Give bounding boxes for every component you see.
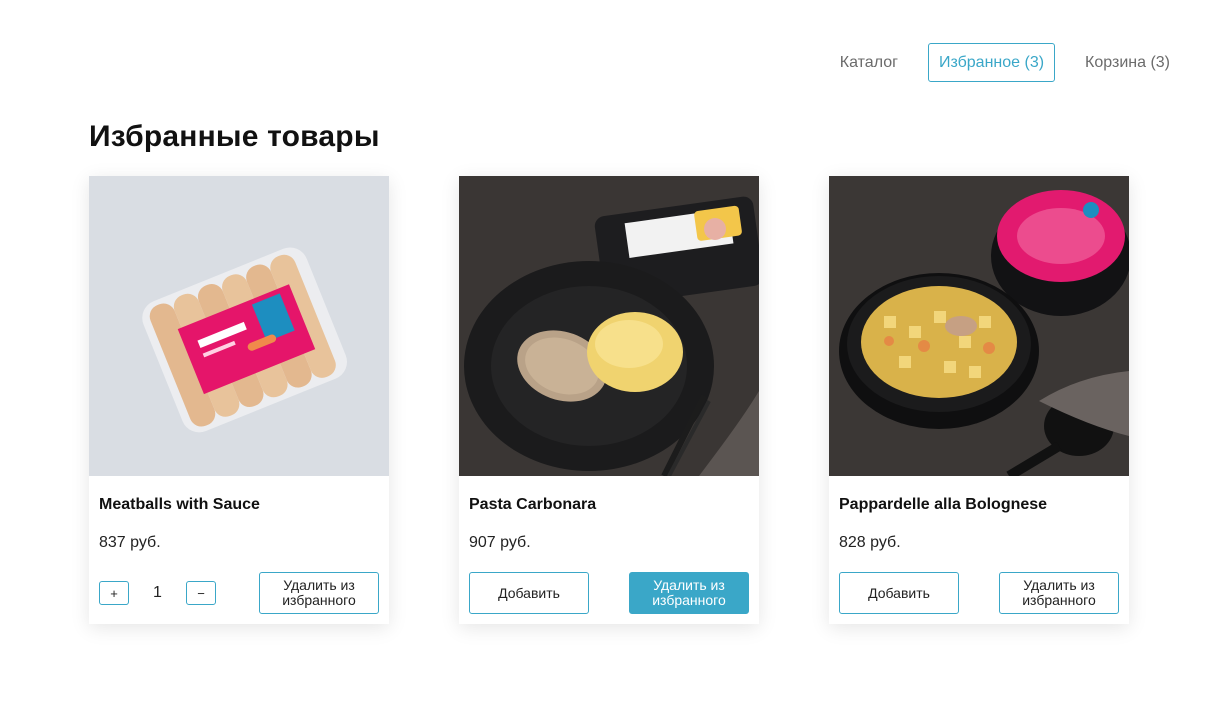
page-title: Избранные товары (89, 120, 380, 153)
chicken-soup-bowl-image (829, 176, 1129, 476)
quantity-stepper: + 1 − (99, 581, 216, 605)
add-to-cart-button[interactable]: Добавить (469, 572, 589, 614)
add-to-cart-button[interactable]: Добавить (839, 572, 959, 614)
product-card: Pappardelle alla Bolognese 828 руб. Доба… (829, 176, 1129, 624)
product-price: 907 руб. (469, 534, 531, 551)
product-actions: Добавить Удалить из избранного (839, 572, 1119, 614)
product-title[interactable]: Pappardelle alla Bolognese (839, 496, 1047, 514)
product-card: Meatballs with Sauce 837 руб. + 1 − Удал… (89, 176, 389, 624)
product-card: Pasta Carbonara 907 руб. Добавить Удалит… (459, 176, 759, 624)
product-price: 837 руб. (99, 534, 161, 551)
remove-from-favorites-button[interactable]: Удалить из избранного (629, 572, 749, 614)
product-image[interactable] (459, 176, 759, 476)
quantity-value: 1 (153, 584, 162, 601)
product-title[interactable]: Pasta Carbonara (469, 496, 596, 514)
sausages-package-image (89, 176, 389, 476)
product-grid: Meatballs with Sauce 837 руб. + 1 − Удал… (89, 176, 1129, 624)
nav-favorites-link[interactable]: Избранное (3) (927, 43, 1056, 82)
product-actions: Добавить Удалить из избранного (469, 572, 749, 614)
increase-quantity-button[interactable]: + (99, 581, 129, 605)
product-image[interactable] (89, 176, 389, 476)
nav-cart-link[interactable]: Корзина (3) (1085, 44, 1170, 82)
product-image[interactable] (829, 176, 1129, 476)
remove-from-favorites-button[interactable]: Удалить из избранного (259, 572, 379, 614)
product-title[interactable]: Meatballs with Sauce (99, 496, 260, 514)
top-navigation: Каталог Избранное (3) Корзина (3) (840, 43, 1170, 82)
remove-from-favorites-button[interactable]: Удалить из избранного (999, 572, 1119, 614)
product-price: 828 руб. (839, 534, 901, 551)
nav-catalog-link[interactable]: Каталог (840, 44, 898, 82)
cutlet-mashed-potato-image (459, 176, 759, 476)
decrease-quantity-button[interactable]: − (186, 581, 216, 605)
product-actions: + 1 − Удалить из избранного (99, 572, 379, 614)
